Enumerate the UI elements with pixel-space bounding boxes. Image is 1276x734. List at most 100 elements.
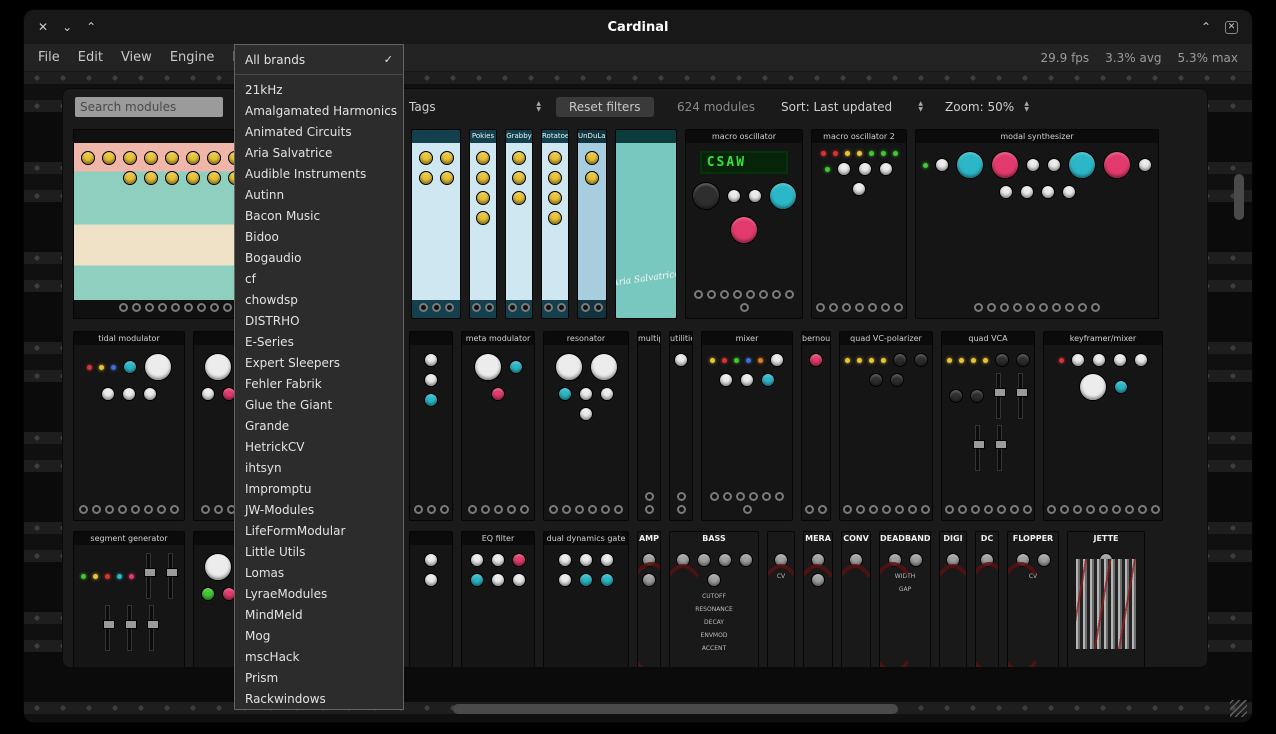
menubar-item-view[interactable]: View (121, 50, 152, 65)
brand-menu-item[interactable]: Animated Circuits (235, 121, 403, 142)
horizontal-scrollbar[interactable] (38, 704, 1196, 714)
module-tile[interactable]: quad VCA (941, 331, 1035, 521)
brand-menu-item[interactable]: Prism (235, 667, 403, 688)
brand-menu-item[interactable]: Fehler Fabrik (235, 373, 403, 394)
brand-menu-item[interactable]: Grande (235, 415, 403, 436)
module-tile[interactable]: meta modulator (461, 331, 535, 521)
knob-icon (165, 151, 179, 165)
brand-menu-item[interactable]: Bidoo (235, 226, 403, 247)
brand-menu-item[interactable]: mscHack (235, 646, 403, 667)
module-tile[interactable]: bernoulli gate (801, 331, 831, 521)
module-tile[interactable]: EQ filter (461, 531, 535, 667)
module-title: multiples (638, 332, 660, 345)
brand-menu-item[interactable]: LifeFormModular (235, 520, 403, 541)
brand-menu-item[interactable]: E-Series (235, 331, 403, 352)
port-icon (445, 303, 454, 312)
brand-menu-item[interactable]: 21kHz (235, 79, 403, 100)
module-tile[interactable]: mixer (701, 331, 793, 521)
brand-menu-item[interactable]: Expert Sleepers (235, 352, 403, 373)
brand-menu-item[interactable]: Bacon Music (235, 205, 403, 226)
brand-menu-item[interactable]: DISTRHO (235, 310, 403, 331)
tags-filter-dropdown[interactable]: Tags ▲ ▼ (405, 97, 545, 117)
brand-menu-item[interactable]: Mog (235, 625, 403, 646)
port-icon (118, 505, 127, 514)
search-input[interactable] (75, 97, 223, 117)
module-tile[interactable]: multiples (637, 331, 661, 521)
knob-icon (642, 573, 656, 587)
vertical-scrollbar-thumb[interactable] (1234, 174, 1244, 220)
module-tile[interactable]: Grabby (505, 129, 533, 319)
sort-dropdown[interactable]: Sort: Last updated ▲ ▼ (777, 97, 927, 117)
led-icon (833, 151, 838, 156)
chevron-up-icon[interactable]: ⌃ (86, 20, 96, 34)
vertical-scrollbar[interactable] (1234, 86, 1244, 666)
port-icon (908, 505, 917, 514)
module-tile[interactable]: resonator (543, 331, 629, 521)
module-panel (470, 143, 496, 300)
port-icon (829, 303, 838, 312)
brand-menu-item[interactable]: LyraeModules (235, 583, 403, 604)
reset-filters-button[interactable]: Reset filters (556, 97, 654, 117)
brand-menu-item[interactable]: JW-Modules (235, 499, 403, 520)
brand-menu-item[interactable]: Bogaudio (235, 247, 403, 268)
module-tile[interactable]: FLOPPERCV (1007, 531, 1059, 667)
brand-menu-item[interactable]: Glue the Giant (235, 394, 403, 415)
brand-menu-item[interactable]: cf (235, 268, 403, 289)
brand-menu-item[interactable]: Little Utils (235, 541, 403, 562)
module-tile[interactable]: CV (767, 531, 795, 667)
brand-menu-item[interactable]: chowdsp (235, 289, 403, 310)
brand-menu-item[interactable]: Lomas (235, 562, 403, 583)
module-tile[interactable]: keyframer/mixer (1043, 331, 1163, 521)
module-tile[interactable]: macro oscillatorCSAW (685, 129, 803, 319)
module-tile[interactable]: Aria Salvatrice (615, 129, 677, 319)
module-tile[interactable]: AMP (637, 531, 661, 667)
module-tile[interactable]: CONV (841, 531, 871, 667)
module-tile[interactable] (411, 129, 461, 319)
module-tile[interactable]: utilities (669, 331, 693, 521)
module-tile[interactable]: dual dynamics gate (543, 531, 629, 667)
brand-menu-item[interactable]: HetrickCV (235, 436, 403, 457)
module-tile[interactable]: quad VC-polarizer (839, 331, 933, 521)
chevron-down-icon[interactable]: ⌄ (62, 20, 72, 34)
brand-menu-item-label: Grande (245, 419, 289, 433)
module-tile[interactable]: Pokies (469, 129, 497, 319)
brand-menu-item[interactable]: Audible Instruments (235, 163, 403, 184)
module-tile[interactable]: tidal modulator (73, 331, 185, 521)
module-tile[interactable]: macro oscillator 2 (811, 129, 907, 319)
module-tile[interactable]: MERA (803, 531, 833, 667)
brand-menu-item[interactable]: Autinn (235, 184, 403, 205)
brand-menu-item[interactable]: All brands✓ (235, 49, 403, 70)
module-tile[interactable]: segment generator (73, 531, 185, 667)
module-tile[interactable]: JETTE (1067, 531, 1145, 667)
close-box-icon[interactable]: ✕ (1225, 21, 1238, 34)
brand-menu-item[interactable]: Amalgamated Harmonics (235, 100, 403, 121)
close-icon[interactable]: ✕ (38, 20, 48, 34)
module-title: resonator (544, 332, 628, 345)
resize-grip-icon[interactable] (1230, 700, 1247, 717)
brand-menu-item[interactable]: Aria Salvatrice (235, 142, 403, 163)
module-tile[interactable]: DC (975, 531, 999, 667)
brand-menu-item[interactable]: MindMeld (235, 604, 403, 625)
module-tile[interactable]: BASSCUTOFFRESONANCEDECAYENVMODACCENT (669, 531, 759, 667)
module-tile[interactable]: modal synthesizer (915, 129, 1159, 319)
slider-icon (975, 425, 980, 471)
module-tile[interactable]: DIGI (939, 531, 967, 667)
menubar-item-engine[interactable]: Engine (170, 50, 215, 65)
led-icon (845, 358, 850, 363)
module-tile[interactable] (409, 331, 453, 521)
port-icon (974, 303, 983, 312)
module-tile[interactable]: UnDuLaR (577, 129, 607, 319)
module-tile[interactable]: DEADBANDWIDTHGAP (879, 531, 931, 667)
module-ports (410, 502, 452, 520)
brand-menu-item[interactable]: Impromptu (235, 478, 403, 499)
module-tile[interactable]: Rotatoes (541, 129, 569, 319)
module-tile[interactable] (409, 531, 453, 667)
brand-menu-item[interactable]: ihtsyn (235, 457, 403, 478)
keep-above-icon[interactable]: ⌃ (1201, 20, 1211, 34)
brand-menu-item[interactable]: Rackwindows (235, 688, 403, 709)
zoom-dropdown[interactable]: Zoom: 50% ▲ ▼ (941, 97, 1033, 117)
menubar-item-edit[interactable]: Edit (78, 50, 103, 65)
menubar-item-file[interactable]: File (38, 50, 60, 65)
horizontal-scrollbar-thumb[interactable] (453, 704, 898, 714)
knob-icon (424, 373, 438, 387)
